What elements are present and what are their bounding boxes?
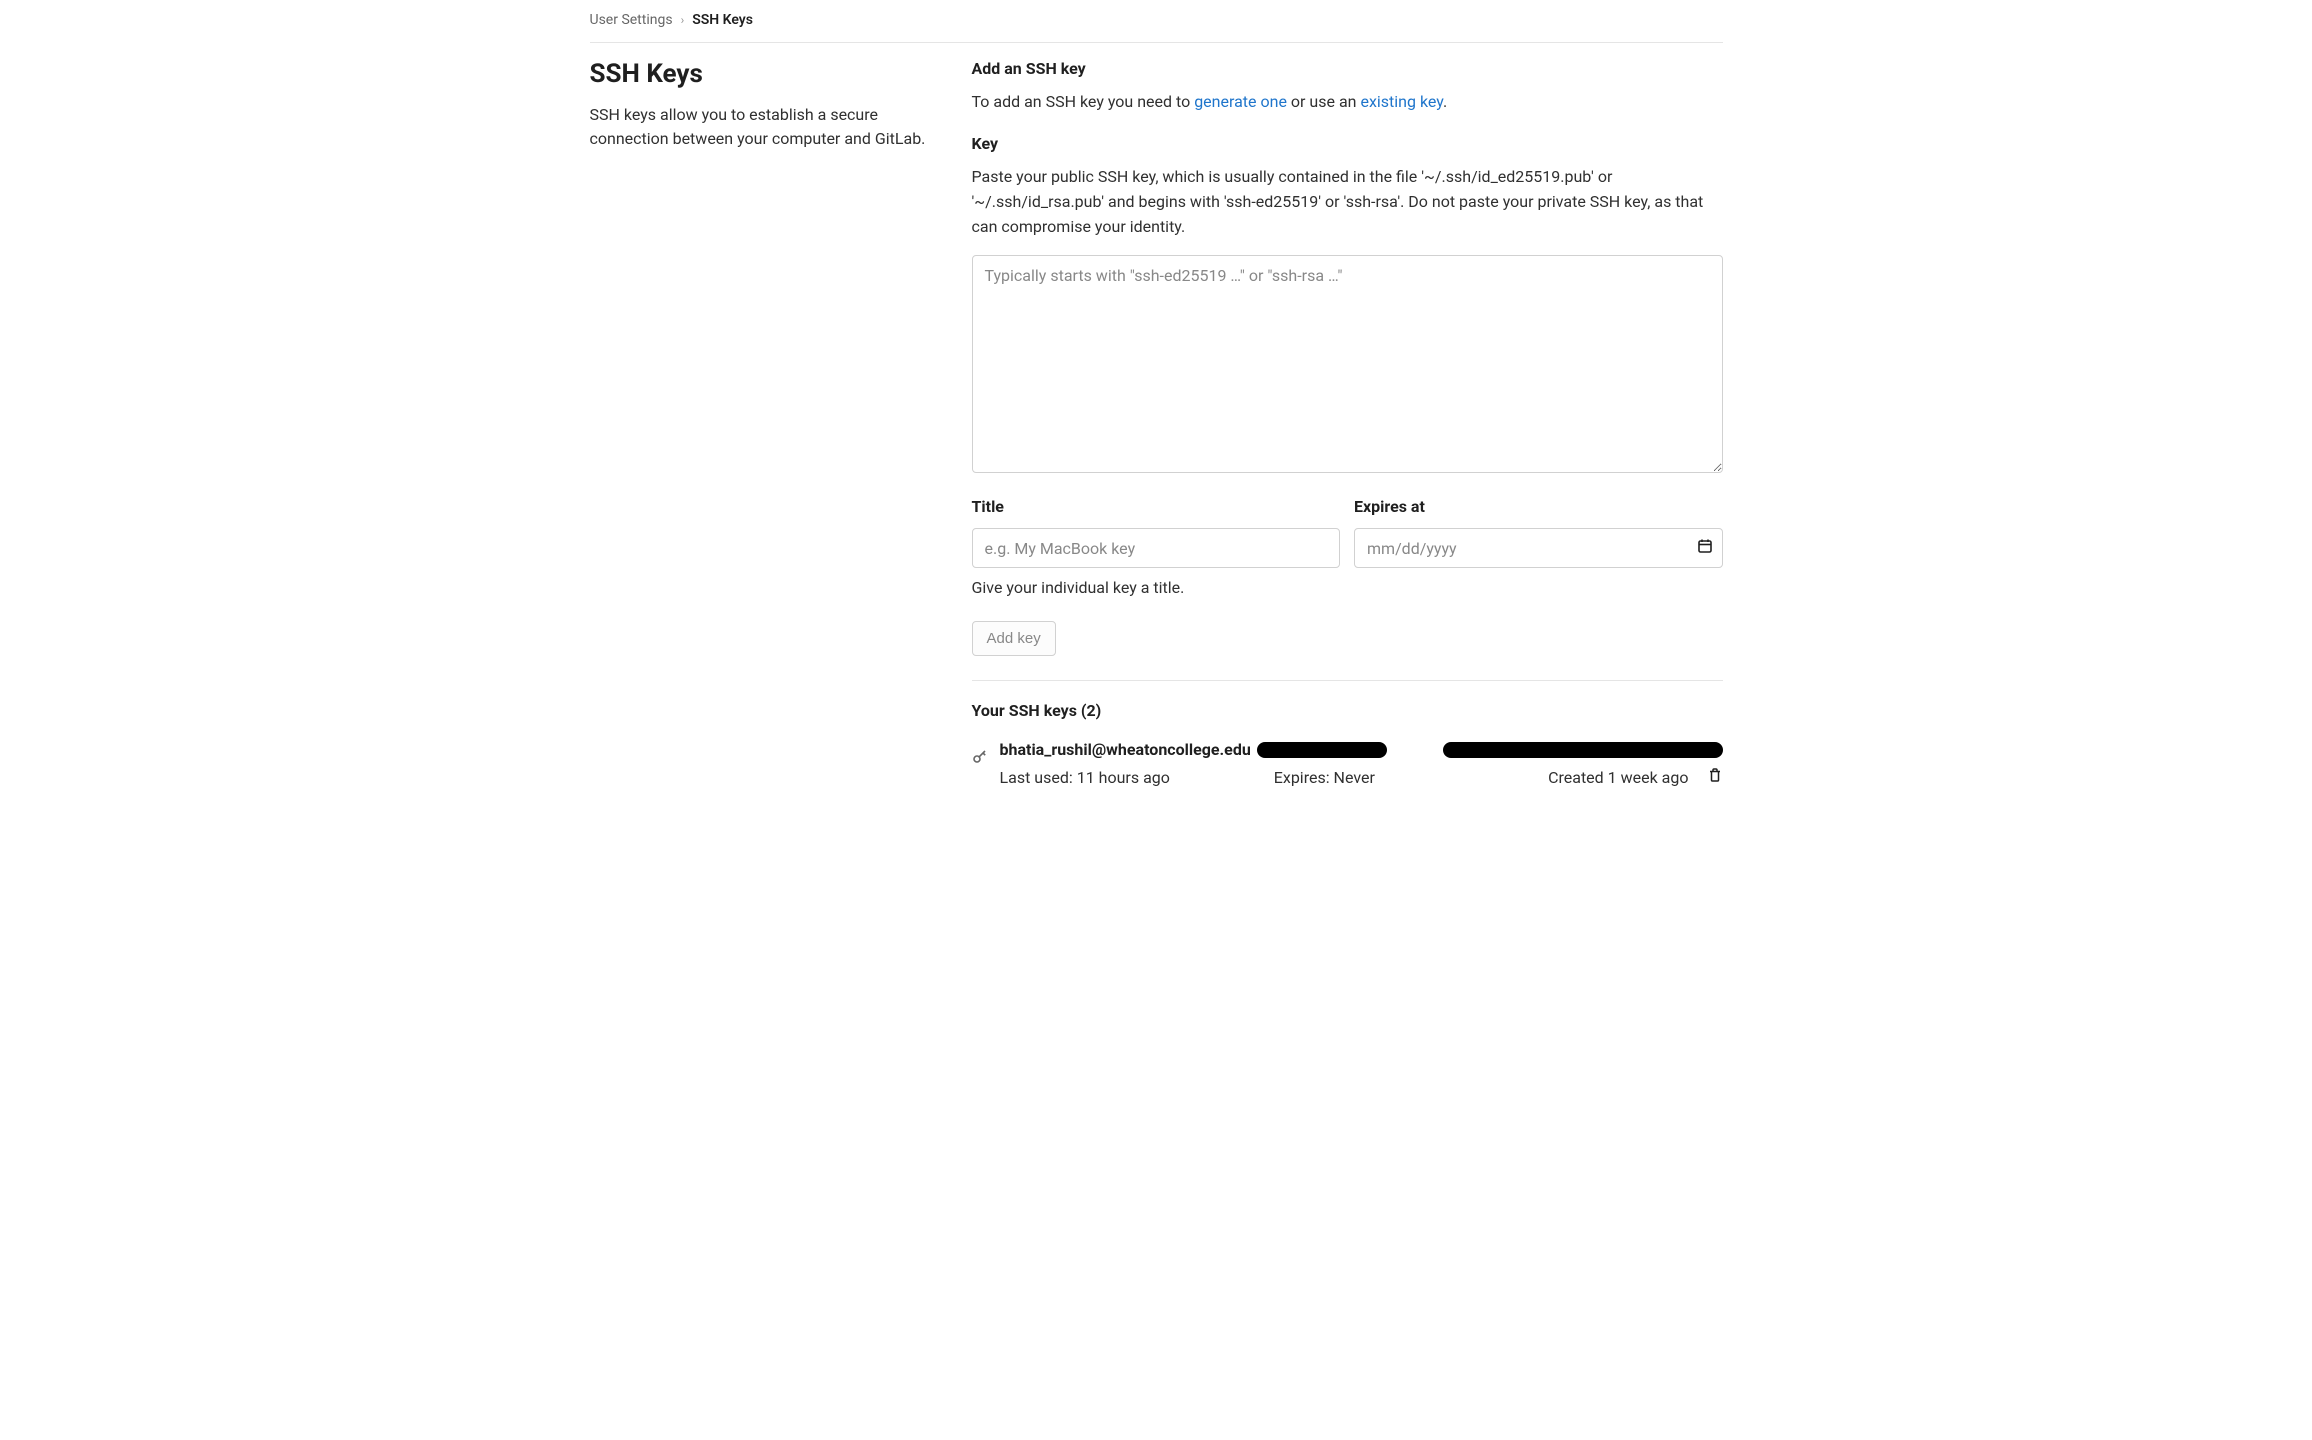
chevron-right-icon: ›	[681, 13, 685, 27]
divider	[972, 680, 1723, 681]
key-icon	[972, 748, 988, 768]
main-content: Add an SSH key To add an SSH key you nee…	[972, 59, 1723, 805]
breadcrumb-current: SSH Keys	[692, 12, 753, 28]
ssh-key-expires: Expires: Never	[1274, 768, 1548, 787]
ssh-key-item: bhatia_rushil@wheatoncollege.edu Last us…	[972, 740, 1723, 805]
ssh-key-created: Created 1 week ago	[1548, 768, 1688, 787]
title-input[interactable]	[972, 528, 1341, 568]
page-description: SSH keys allow you to establish a secure…	[590, 103, 940, 151]
page-title: SSH Keys	[590, 59, 940, 89]
key-help-text: Paste your public SSH key, which is usua…	[972, 165, 1723, 239]
ssh-key-last-used: Last used: 11 hours ago	[1000, 768, 1274, 787]
redacted-fingerprint	[1257, 742, 1387, 758]
redacted-fingerprint	[1443, 742, 1723, 758]
ssh-key-title[interactable]: bhatia_rushil@wheatoncollege.edu	[1000, 740, 1251, 759]
generate-one-link[interactable]: generate one	[1194, 92, 1287, 111]
breadcrumb-parent[interactable]: User Settings	[590, 12, 673, 28]
title-hint: Give your individual key a title.	[972, 578, 1341, 597]
expires-input[interactable]	[1354, 528, 1723, 568]
existing-key-link[interactable]: existing key	[1360, 92, 1443, 111]
your-keys-heading: Your SSH keys (2)	[972, 701, 1723, 720]
breadcrumb: User Settings › SSH Keys	[590, 12, 1723, 43]
expires-label: Expires at	[1354, 497, 1723, 516]
key-label: Key	[972, 134, 1723, 153]
add-key-button[interactable]: Add key	[972, 621, 1056, 656]
trash-icon[interactable]	[1707, 767, 1723, 787]
add-key-intro: To add an SSH key you need to generate o…	[972, 90, 1723, 114]
add-key-heading: Add an SSH key	[972, 59, 1723, 78]
page-description-sidebar: SSH Keys SSH keys allow you to establish…	[590, 59, 940, 805]
key-textarea[interactable]	[972, 255, 1723, 473]
title-label: Title	[972, 497, 1341, 516]
